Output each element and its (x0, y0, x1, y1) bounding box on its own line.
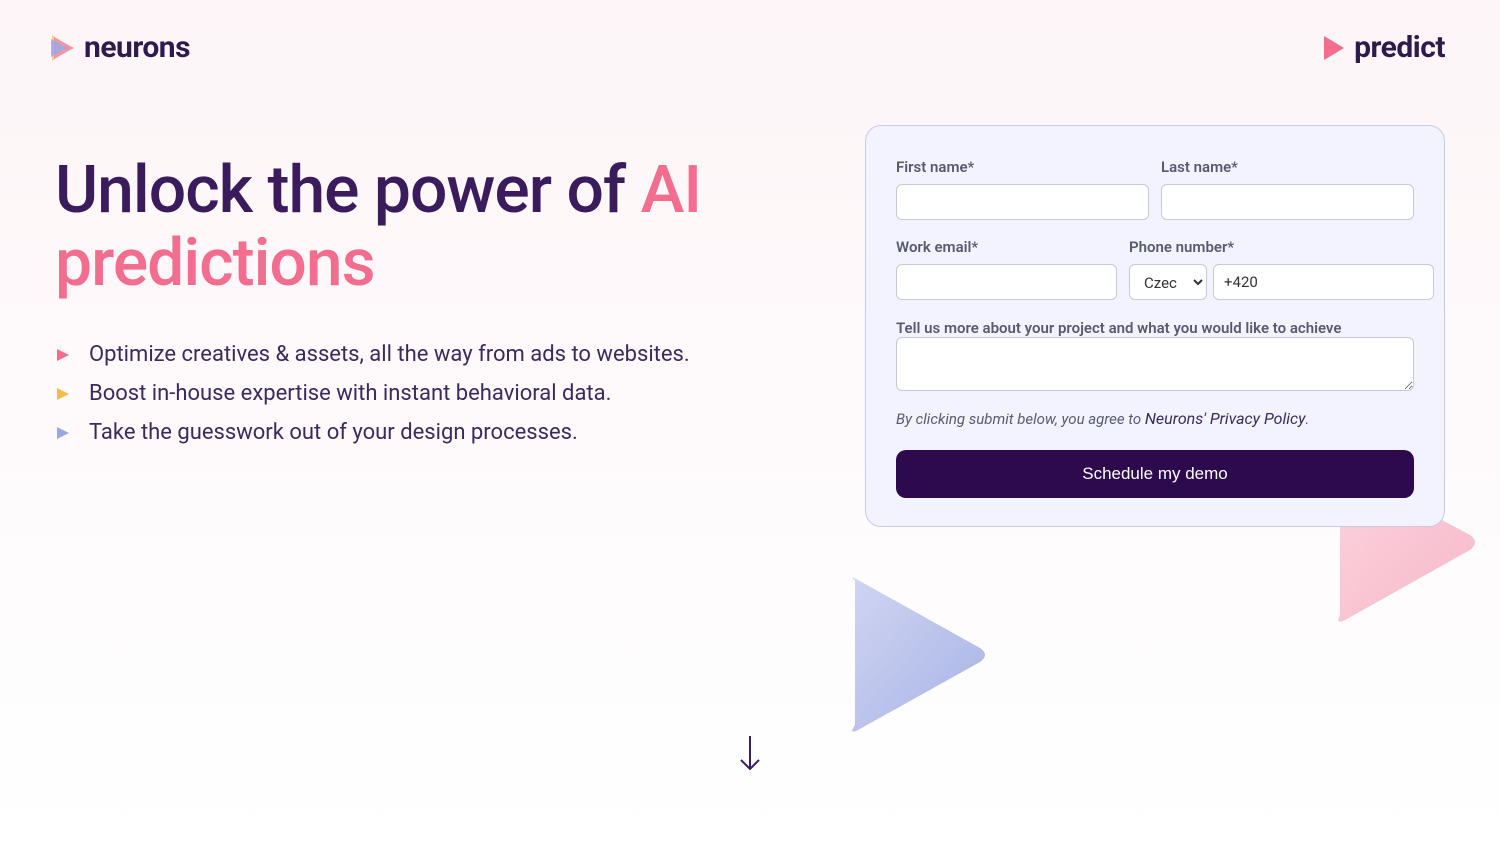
work-email-input[interactable] (896, 264, 1117, 300)
work-email-label: Work email* (896, 238, 1117, 256)
scroll-down-icon[interactable] (736, 734, 764, 774)
decorative-triangle-blue (840, 570, 990, 740)
last-name-input[interactable] (1161, 184, 1414, 220)
feature-list: Optimize creatives & assets, all the way… (55, 342, 805, 445)
header: neurons predict (0, 0, 1500, 65)
main-content: Unlock the power of AI predictions Optim… (0, 65, 1500, 527)
hero-section: Unlock the power of AI predictions Optim… (55, 125, 805, 527)
triangle-icon (55, 386, 71, 402)
logo-predict[interactable]: predict (1322, 30, 1445, 65)
triangle-icon (55, 425, 71, 441)
feature-text: Boost in-house expertise with instant be… (89, 381, 611, 406)
page-headline: Unlock the power of AI predictions (55, 155, 805, 300)
privacy-policy-link[interactable]: Neurons' Privacy Policy (1145, 409, 1306, 428)
predict-logo-icon (1322, 34, 1346, 62)
feature-text: Optimize creatives & assets, all the way… (89, 342, 690, 367)
phone-label: Phone number* (1129, 238, 1434, 256)
demo-form: First name* Last name* Work email* Phone… (865, 125, 1445, 527)
first-name-label: First name* (896, 158, 1149, 176)
country-code-select[interactable]: Czec (1129, 264, 1207, 300)
last-name-label: Last name* (1161, 158, 1414, 176)
feature-item: Optimize creatives & assets, all the way… (55, 342, 805, 367)
feature-item: Take the guesswork out of your design pr… (55, 420, 805, 445)
feature-text: Take the guesswork out of your design pr… (89, 420, 578, 445)
project-textarea[interactable] (896, 337, 1414, 391)
submit-button[interactable]: Schedule my demo (896, 450, 1414, 498)
triangle-icon (55, 347, 71, 363)
feature-item: Boost in-house expertise with instant be… (55, 381, 805, 406)
logo-neurons[interactable]: neurons (50, 30, 190, 65)
headline-text: Unlock the power of (55, 152, 641, 229)
consent-text: By clicking submit below, you agree to N… (896, 409, 1414, 428)
neurons-logo-icon (50, 33, 76, 63)
logo-predict-text: predict (1354, 30, 1445, 65)
first-name-input[interactable] (896, 184, 1149, 220)
phone-input[interactable] (1213, 264, 1434, 300)
project-label: Tell us more about your project and what… (896, 319, 1341, 337)
logo-neurons-text: neurons (84, 30, 190, 65)
